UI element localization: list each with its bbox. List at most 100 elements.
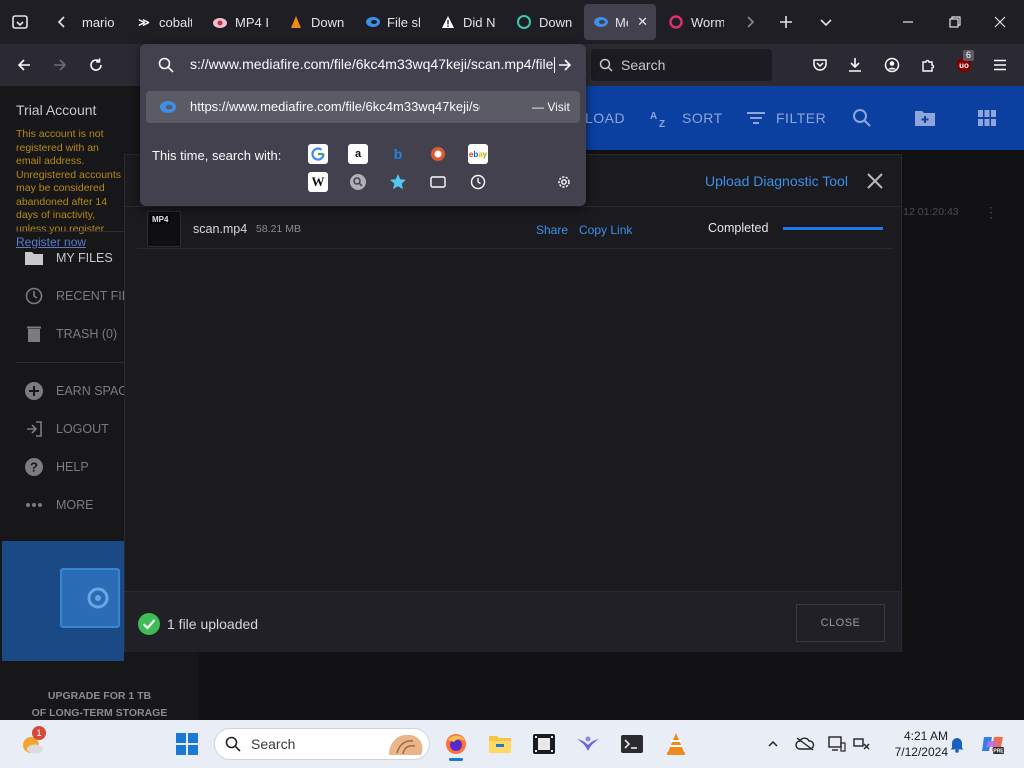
copilot-button[interactable]: PRE — [980, 734, 1006, 755]
tab-title: Worm — [691, 14, 724, 30]
vlc-favicon-icon — [288, 14, 304, 30]
tab-file-sharing[interactable]: File sh — [356, 4, 428, 40]
upload-status: Completed — [708, 221, 769, 235]
account-button[interactable] — [875, 48, 909, 82]
close-window-button[interactable] — [982, 4, 1018, 40]
plus-icon — [780, 16, 792, 28]
upload-progress-bar — [783, 227, 883, 230]
pocket-button[interactable] — [803, 48, 837, 82]
ebay-search-engine-icon[interactable]: ebay — [468, 144, 488, 164]
search-files-button[interactable] — [852, 86, 872, 150]
chevron-up-icon — [768, 740, 778, 747]
taskbar-terminal[interactable] — [615, 728, 649, 760]
history-search-icon[interactable] — [468, 172, 488, 192]
sidebar-item-help[interactable]: ? HELP — [24, 457, 89, 477]
tab-overview-button[interactable] — [2, 4, 38, 40]
app-menu-button[interactable] — [983, 48, 1017, 82]
taskbar-firefox[interactable] — [439, 728, 473, 761]
sort-button[interactable]: AZ SORT — [650, 86, 723, 150]
svg-text:PRE: PRE — [993, 749, 1004, 755]
downloads-button[interactable] — [838, 48, 872, 82]
file-name: scan.mp4 — [193, 222, 248, 236]
trial-account-message: This account is not registered with an e… — [16, 128, 126, 251]
file-size: 58.21 MB — [256, 223, 301, 235]
upload-dialog: Upload Diagnostic Tool MP4 scan.mp4 58.2… — [124, 154, 902, 652]
tab-cobalt[interactable]: ≫ cobalt — [128, 4, 200, 40]
filter-button[interactable]: FILTER — [746, 86, 826, 150]
tab-download-2[interactable]: Down — [508, 4, 580, 40]
tab-mediafire-active[interactable]: Me ✕ — [584, 4, 656, 40]
tab-title: Down — [539, 14, 572, 30]
search-icon — [225, 736, 241, 752]
onedrive-tray-icon[interactable] — [795, 734, 815, 754]
close-tab-icon[interactable]: ✕ — [637, 14, 648, 30]
file-options-icon[interactable]: ⋮ — [984, 204, 998, 221]
sidebar-item-my-files[interactable]: MY FILES — [24, 248, 113, 268]
share-link[interactable]: Share — [536, 223, 568, 237]
register-now-link[interactable]: Register now — [16, 235, 86, 249]
upload-diagnostic-tool-link[interactable]: Upload Diagnostic Tool — [705, 173, 848, 189]
reload-button[interactable] — [79, 48, 113, 82]
notifications-button[interactable] — [947, 734, 967, 754]
toolbar-search-placeholder: Search — [621, 57, 666, 73]
grid-view-button[interactable] — [978, 86, 996, 150]
tab-worm[interactable]: Worm — [660, 4, 732, 40]
tab-scroll-right-button[interactable] — [732, 4, 768, 40]
bookmarks-search-icon[interactable] — [388, 172, 408, 192]
tab-title: Down — [311, 14, 344, 30]
show-hidden-icons-button[interactable] — [763, 734, 783, 754]
extension-search-engine-icon[interactable] — [348, 172, 368, 192]
tabs-search-icon[interactable] — [428, 172, 448, 192]
minimize-button[interactable] — [890, 4, 926, 40]
sidebar-item-trash[interactable]: TRASH (0) — [24, 324, 117, 344]
display-tray-icon[interactable] — [827, 734, 847, 754]
forward-button[interactable] — [43, 48, 77, 82]
upload-button[interactable]: LOAD — [585, 86, 625, 150]
tab-mp4[interactable]: MP4 I — [204, 4, 276, 40]
taskbar-vlc[interactable] — [659, 728, 693, 760]
sidebar-item-more[interactable]: MORE — [24, 495, 94, 515]
duckduckgo-search-engine-icon[interactable] — [428, 144, 448, 164]
upgrade-promo-text[interactable]: UPGRADE FOR 1 TB OF LONG-TERM STORAGE — [0, 688, 199, 722]
tab-title: mario — [82, 14, 115, 30]
copy-link-button[interactable]: Copy Link — [579, 223, 632, 237]
search-settings-gear-icon[interactable] — [554, 172, 574, 192]
new-tab-button[interactable] — [768, 4, 804, 40]
address-input[interactable]: s://www.mediafire.com/file/6kc4m33wq47ke… — [190, 56, 555, 74]
extensions-button[interactable] — [911, 48, 945, 82]
weather-widget[interactable]: 1 — [14, 726, 50, 760]
restore-button[interactable] — [937, 4, 973, 40]
url-suggestion-row[interactable]: https://www.mediafire.com/file/6kc4m33wq… — [146, 91, 580, 123]
tab-strip: mario ≫ cobalt MP4 I Down File sh Did N … — [0, 0, 1024, 44]
wikipedia-search-engine-icon[interactable]: W — [308, 172, 328, 192]
close-button[interactable]: CLOSE — [796, 604, 885, 642]
taskbar-file-explorer[interactable] — [483, 728, 517, 760]
upload-progress-fill — [783, 227, 883, 230]
list-all-tabs-button[interactable] — [808, 4, 844, 40]
sidebar-item-logout[interactable]: LOGOUT — [24, 419, 109, 439]
tab-mario[interactable]: mario — [74, 4, 124, 40]
ublock-extension-button[interactable]: uo 6 — [947, 48, 981, 82]
close-dialog-button[interactable] — [865, 171, 885, 191]
start-button[interactable] — [170, 728, 204, 760]
svg-text:?: ? — [30, 460, 38, 475]
sidebar-item-earn-space[interactable]: EARN SPACE — [24, 381, 136, 401]
google-search-engine-icon[interactable] — [308, 144, 328, 164]
firefox-icon — [446, 734, 466, 754]
taskbar-bird-app[interactable] — [571, 728, 605, 760]
amazon-search-engine-icon[interactable]: a — [348, 144, 368, 164]
toolbar-search-field[interactable]: Search — [591, 49, 772, 81]
taskbar-media-app[interactable] — [527, 728, 561, 760]
taskbar-search-box[interactable]: Search — [214, 728, 430, 760]
go-arrow-icon[interactable] — [557, 57, 573, 73]
url-input-row: s://www.mediafire.com/file/6kc4m33wq47ke… — [140, 44, 586, 86]
network-tray-icon[interactable] — [852, 734, 872, 754]
tab-did-n[interactable]: Did N — [432, 4, 504, 40]
folder-icon — [24, 248, 44, 268]
back-button[interactable] — [7, 48, 41, 82]
bing-search-engine-icon[interactable]: b — [388, 144, 408, 164]
new-folder-button[interactable] — [914, 86, 936, 150]
tab-download-1[interactable]: Down — [280, 4, 352, 40]
taskbar-clock[interactable]: 4:21 AM 7/12/2024 — [878, 728, 948, 760]
taskbar-search-placeholder: Search — [251, 736, 296, 752]
